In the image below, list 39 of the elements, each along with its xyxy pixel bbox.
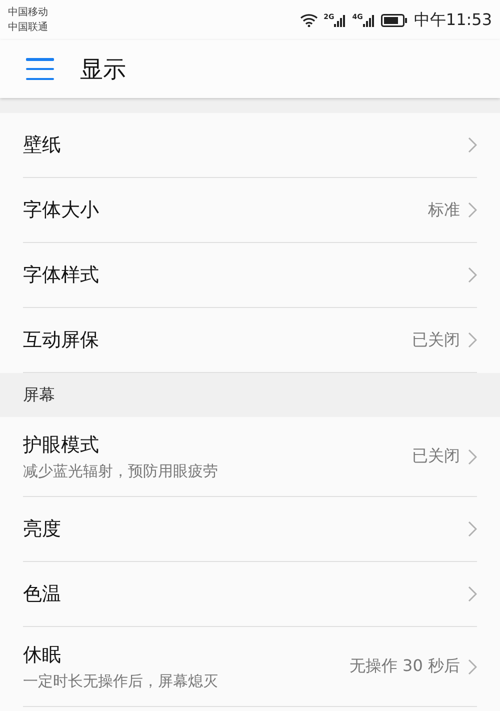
settings-row[interactable]: 护眼模式 减少蓝光辐射，预防用眼疲劳 已关闭 xyxy=(23,417,477,497)
chevron-right-icon xyxy=(468,267,477,283)
row-title: 亮度 xyxy=(23,517,62,542)
signal-icon xyxy=(334,13,346,27)
row-title: 互动屏保 xyxy=(23,328,100,353)
carrier-name: 中国联通 xyxy=(8,20,48,34)
section-header: 屏幕 xyxy=(0,373,500,417)
wifi-icon xyxy=(300,13,318,27)
signal-icon xyxy=(362,13,375,27)
row-title: 壁纸 xyxy=(23,133,62,158)
settings-row[interactable]: 字体样式 xyxy=(23,243,477,308)
battery-icon xyxy=(380,14,408,26)
settings-row[interactable]: 字体大小 标准 xyxy=(23,178,477,243)
chevron-right-icon xyxy=(468,332,477,348)
chevron-right-icon xyxy=(468,658,477,674)
settings-row[interactable]: 休眠 一定时长无操作后，屏幕熄灭 无操作 30 秒后 xyxy=(23,627,477,707)
row-value: 标准 xyxy=(428,200,460,220)
settings-row[interactable]: 壁纸 xyxy=(23,113,477,178)
row-title: 色温 xyxy=(23,582,62,607)
chevron-right-icon xyxy=(468,137,477,153)
status-time: 中午11:53 xyxy=(414,10,492,30)
chevron-right-icon xyxy=(468,448,477,464)
settings-row[interactable]: 色温 xyxy=(23,562,477,627)
chevron-right-icon xyxy=(468,521,477,537)
row-title: 字体样式 xyxy=(23,263,100,288)
chevron-right-icon xyxy=(468,202,477,218)
row-subtitle: 一定时长无操作后，屏幕熄灭 xyxy=(23,672,219,691)
page-title: 显示 xyxy=(80,56,126,84)
row-value: 已关闭 xyxy=(412,330,460,350)
row-title: 字体大小 xyxy=(23,198,100,223)
row-value: 无操作 30 秒后 xyxy=(349,656,460,677)
row-title: 护眼模式 xyxy=(23,433,100,458)
row-value: 已关闭 xyxy=(412,446,460,467)
carrier-name: 中国移动 xyxy=(8,6,48,20)
chevron-right-icon xyxy=(468,586,477,602)
settings-row[interactable]: 亮度 xyxy=(23,497,477,562)
menu-button[interactable] xyxy=(26,58,54,80)
row-subtitle: 减少蓝光辐射，预防用眼疲劳 xyxy=(23,462,219,481)
row-title: 休眠 xyxy=(23,643,62,668)
